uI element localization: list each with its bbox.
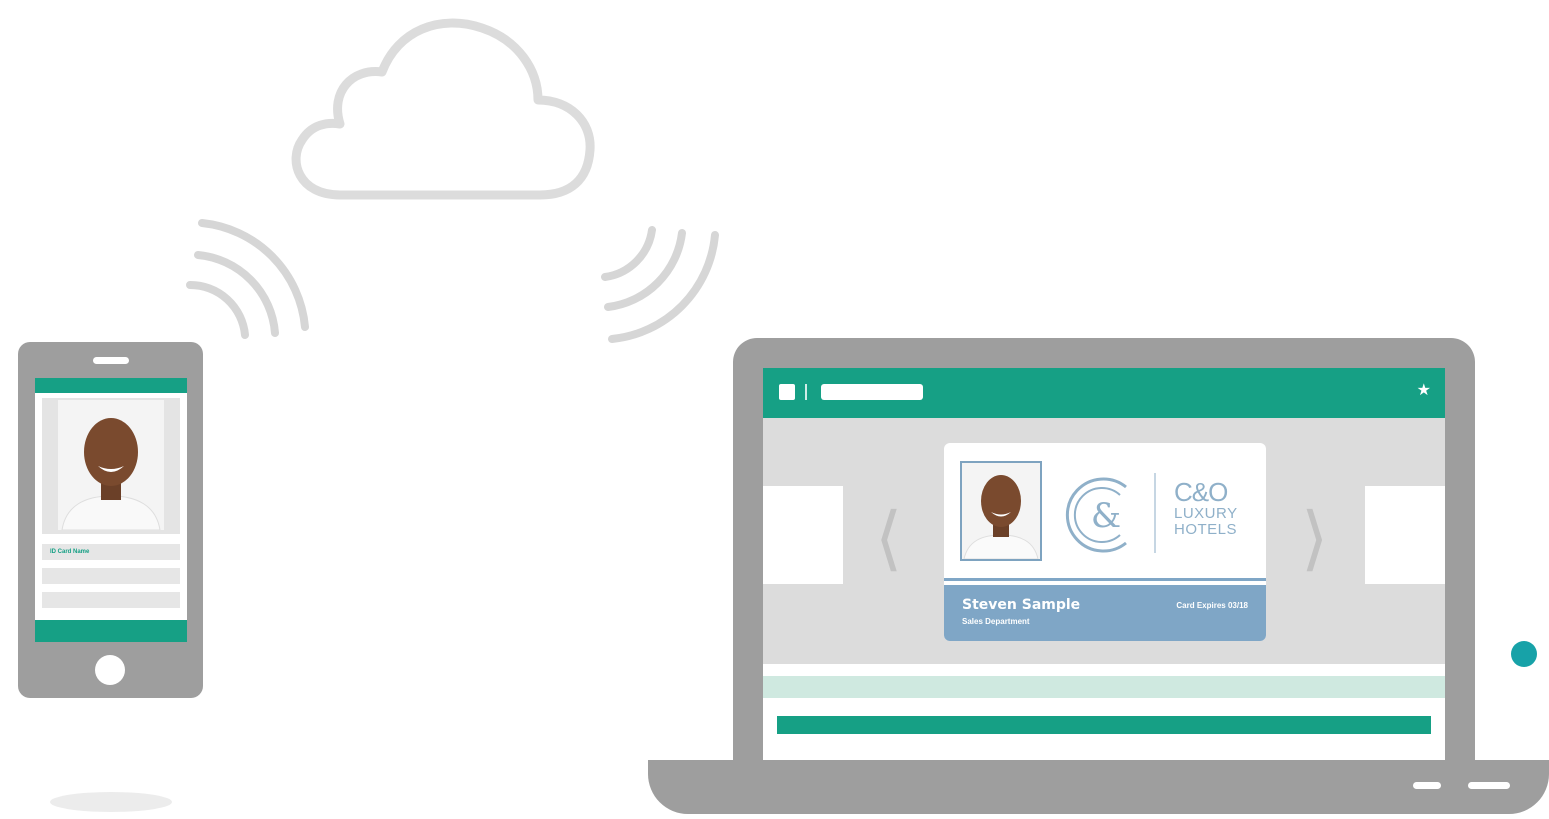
- brand-line-luxury: LUXURY: [1174, 505, 1238, 523]
- app-progress-track: [763, 676, 1445, 698]
- phone-submit-bar[interactable]: [35, 620, 187, 642]
- card-holder-name: Steven Sample: [962, 597, 1081, 613]
- card-footer: Steven Sample Sales Department Card Expi…: [944, 585, 1266, 641]
- card-separator: [944, 578, 1266, 581]
- brand-line-hotels: HOTELS: [1174, 521, 1238, 539]
- phone-portrait-photo[interactable]: [58, 400, 164, 530]
- chevron-right-icon[interactable]: ⟩: [1301, 498, 1328, 578]
- id-card[interactable]: & C&O LUXURY HOTELS Steven Sample Sales …: [944, 443, 1266, 641]
- signal-waves-icon: [186, 219, 309, 339]
- card-department: Sales Department: [962, 617, 1030, 626]
- laptop-indicator: [1413, 782, 1441, 789]
- phone-speaker: [93, 357, 129, 364]
- app-menu-icon[interactable]: [779, 384, 795, 400]
- phone-home-button[interactable]: [95, 655, 125, 685]
- phone-info-row: [42, 568, 180, 584]
- carousel-next-card[interactable]: [1365, 486, 1445, 584]
- phone-name-label: ID Card Name: [50, 549, 90, 555]
- person-photo-icon: [58, 400, 164, 530]
- cloud-icon: [291, 18, 595, 200]
- brand-name: C&O: [1174, 477, 1228, 507]
- id-card-photo: [960, 461, 1042, 561]
- header-divider: [805, 384, 807, 400]
- person-photo-icon: [962, 463, 1040, 559]
- hotel-logo-icon: &: [1065, 477, 1127, 553]
- carousel-prev-card[interactable]: [763, 486, 843, 584]
- status-dot: [1511, 641, 1537, 667]
- hotel-brand: C&O LUXURY HOTELS: [1174, 477, 1238, 539]
- laptop-indicator: [1468, 782, 1510, 789]
- laptop-base: [648, 760, 1549, 814]
- phone-name-row: ID Card Name: [42, 544, 180, 560]
- phone-info-row: [42, 592, 180, 608]
- svg-text:&: &: [1091, 496, 1121, 536]
- laptop-screen: ★ ⟨ ⟩ & C&O LUXURY HOTELS Steven Sample …: [763, 368, 1445, 760]
- signal-waves-icon: [601, 226, 719, 343]
- star-icon[interactable]: ★: [1417, 382, 1431, 400]
- card-expiry: Card Expires 03/18: [1176, 601, 1248, 610]
- phone-shadow: [50, 792, 172, 812]
- app-title-placeholder: [821, 384, 923, 400]
- chevron-left-icon[interactable]: ⟨: [875, 498, 902, 578]
- phone-app-header: [35, 378, 187, 393]
- app-action-bar[interactable]: [777, 716, 1431, 734]
- logo-divider: [1154, 473, 1156, 553]
- app-header: ★: [763, 368, 1445, 418]
